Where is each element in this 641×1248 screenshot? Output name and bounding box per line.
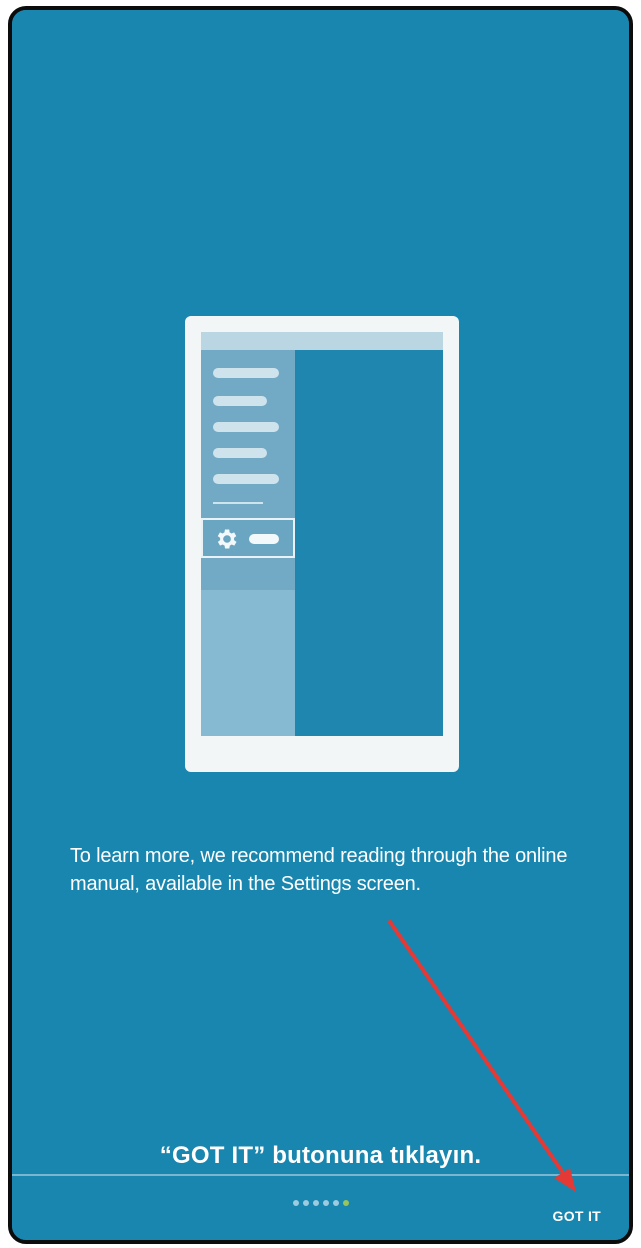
page-dot: [302, 1200, 309, 1206]
illustration-menu-line: [213, 396, 267, 406]
illustration-content: [295, 350, 443, 736]
page-dot-active: [342, 1200, 349, 1206]
onboarding-body-text: To learn more, we recommend reading thro…: [70, 845, 568, 895]
phone-frame: To learn more, we recommend reading thro…: [8, 6, 633, 1244]
illustration-menu-line: [213, 368, 279, 378]
illustration-settings-pill: [249, 534, 279, 544]
illustration-sidebar-lower: [201, 590, 295, 736]
onboarding-screen: To learn more, we recommend reading thro…: [12, 10, 629, 1240]
page-indicator: [12, 1200, 629, 1206]
page-dot: [312, 1200, 319, 1206]
page-dot: [332, 1200, 339, 1206]
illustration-topbar: [201, 332, 443, 350]
illustration-menu-line: [213, 474, 279, 484]
page-dot: [292, 1200, 299, 1206]
illustration-menu-line: [213, 422, 279, 432]
page-dot: [322, 1200, 329, 1206]
illustration-settings-row: [201, 518, 295, 558]
illustration-divider: [213, 502, 263, 504]
got-it-button[interactable]: GOT IT: [547, 1204, 607, 1228]
bottom-bar-divider: [12, 1174, 629, 1176]
illustration-menu-line: [213, 448, 267, 458]
device-illustration: [185, 316, 459, 772]
instruction-caption: “GOT IT” butonuna tıklayın.: [159, 1142, 482, 1169]
gear-icon: [217, 529, 237, 549]
